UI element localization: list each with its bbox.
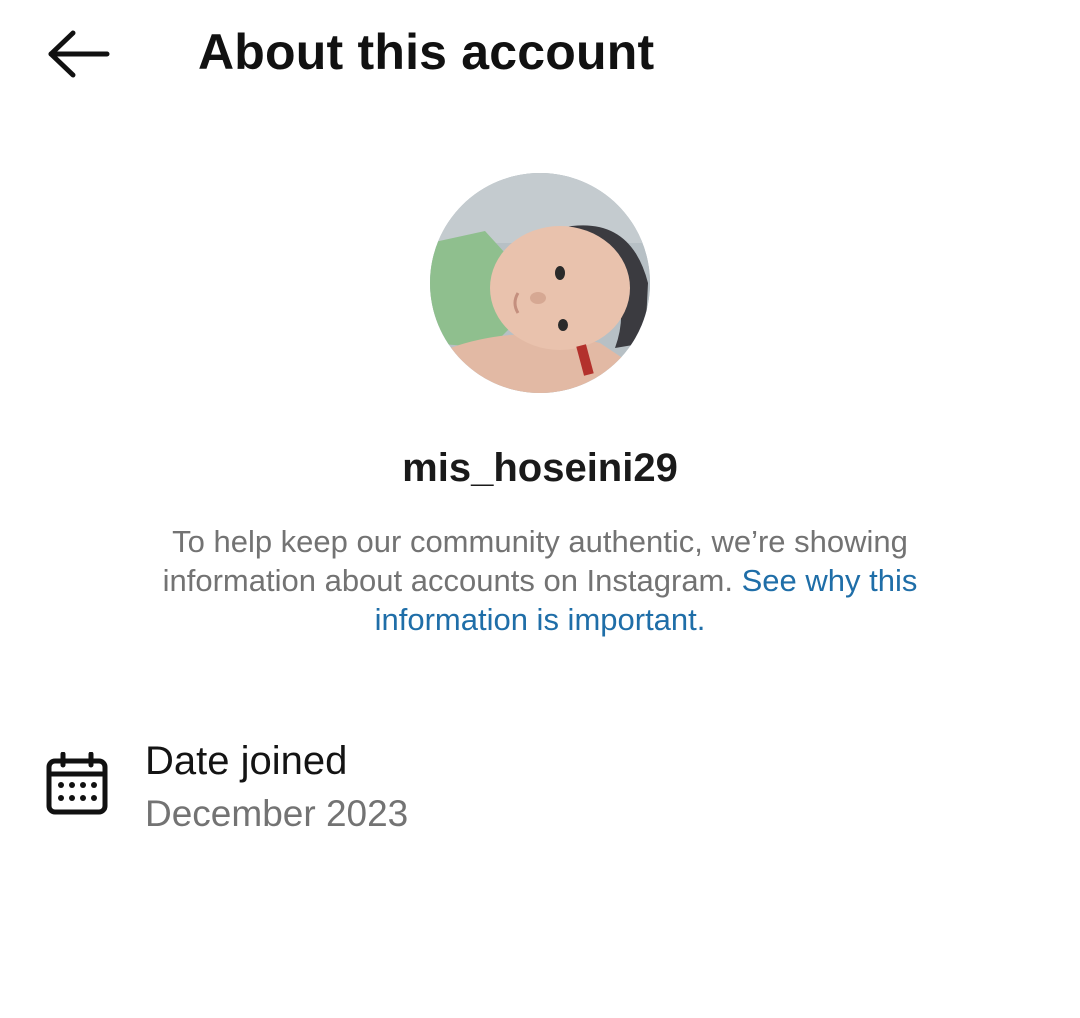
profile-photo (430, 173, 650, 393)
arrow-left-icon (48, 30, 110, 78)
avatar (430, 173, 650, 393)
calendar-icon (46, 752, 108, 815)
info-description: To help keep our community authentic, we… (120, 522, 960, 639)
username: mis_hoseini29 (402, 446, 678, 490)
back-button[interactable] (38, 22, 118, 86)
date-joined-value: December 2023 (145, 793, 409, 834)
page-title: About this account (198, 24, 655, 80)
date-joined-row: Date joined December 2023 (0, 730, 1080, 850)
date-joined-label: Date joined (145, 739, 348, 783)
app-header: About this account (0, 0, 1080, 110)
